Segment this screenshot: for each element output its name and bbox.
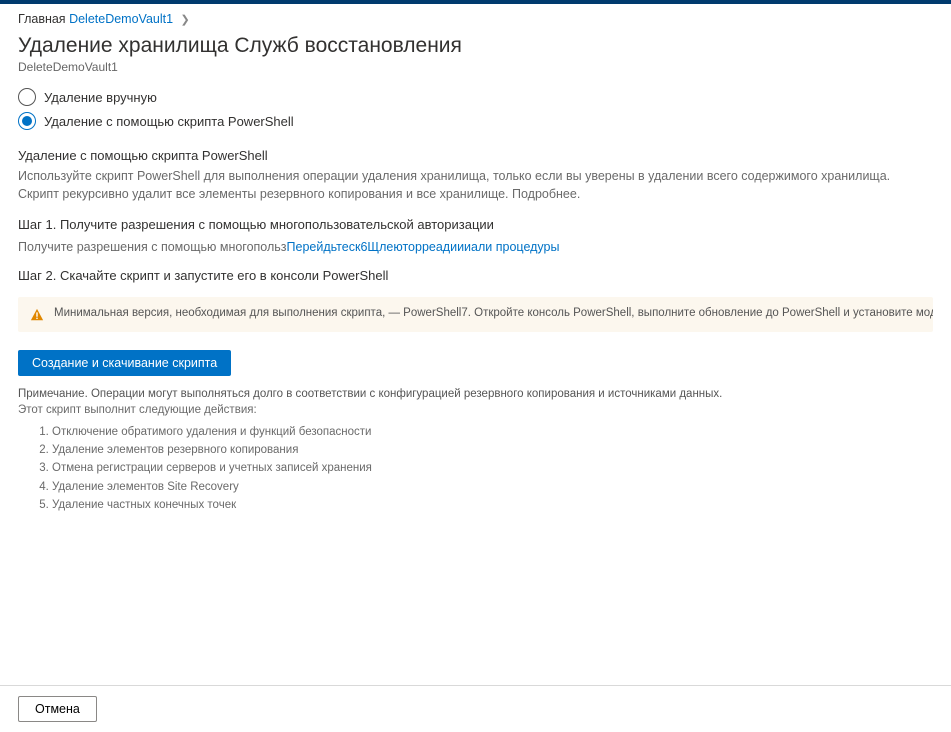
radio-option-powershell[interactable]: Удаление с помощью скрипта PowerShell	[18, 112, 933, 130]
list-item: Удаление частных конечных точек	[52, 497, 933, 513]
list-item: Удаление элементов Site Recovery	[52, 479, 933, 495]
radio-label-manual: Удаление вручную	[44, 90, 157, 105]
note-line1: Примечание. Операции могут выполняться д…	[18, 388, 933, 400]
radio-option-manual[interactable]: Удаление вручную	[18, 88, 933, 106]
radio-icon-selected	[18, 112, 36, 130]
radio-label-powershell: Удаление с помощью скрипта PowerShell	[44, 114, 294, 129]
step1-body: Получите разрешения с помощью многопольз…	[18, 240, 933, 254]
step1-link-mid[interactable]: Перейдьтеск6Щлеюторреадиии	[287, 240, 472, 254]
chevron-right-icon: ❯	[181, 13, 190, 26]
radio-icon	[18, 88, 36, 106]
section-description: Используйте скрипт PowerShell для выполн…	[18, 167, 933, 203]
list-item: Удаление элементов резервного копировани…	[52, 442, 933, 458]
note-line2: Этот скрипт выполнит следующие действия:	[18, 404, 933, 416]
warning-icon	[30, 308, 44, 322]
page-subtitle: DeleteDemoVault1	[0, 60, 951, 88]
page-title: Удаление хранилища Служб восстановления	[0, 30, 951, 60]
generate-script-button[interactable]: Создание и скачивание скрипта	[18, 350, 231, 376]
actions-list: Отключение обратимого удаления и функций…	[52, 424, 933, 512]
step1-link-end[interactable]: али процедуры	[471, 240, 559, 254]
cancel-button[interactable]: Отмена	[18, 696, 97, 722]
step1-prefix: Получите разрешения с помощью многопольз	[18, 240, 287, 254]
warning-alert: Минимальная версия, необходимая для выпо…	[18, 297, 933, 332]
footer-bar: Отмена	[0, 685, 951, 732]
main-content: Удаление вручную Удаление с помощью скри…	[0, 88, 951, 685]
warning-text: Минимальная версия, необходимая для выпо…	[54, 307, 933, 319]
list-item: Отключение обратимого удаления и функций…	[52, 424, 933, 440]
step1-title: Шаг 1. Получите разрешения с помощью мно…	[18, 217, 933, 232]
breadcrumb: Главная DeleteDemoVault1 ❯	[0, 4, 951, 30]
list-item: Отмена регистрации серверов и учетных за…	[52, 460, 933, 476]
breadcrumb-home[interactable]: Главная	[18, 12, 66, 26]
step2-title: Шаг 2. Скачайте скрипт и запустите его в…	[18, 268, 933, 283]
section-heading: Удаление с помощью скрипта PowerShell	[18, 148, 933, 163]
breadcrumb-current-link[interactable]: DeleteDemoVault1	[69, 12, 173, 26]
